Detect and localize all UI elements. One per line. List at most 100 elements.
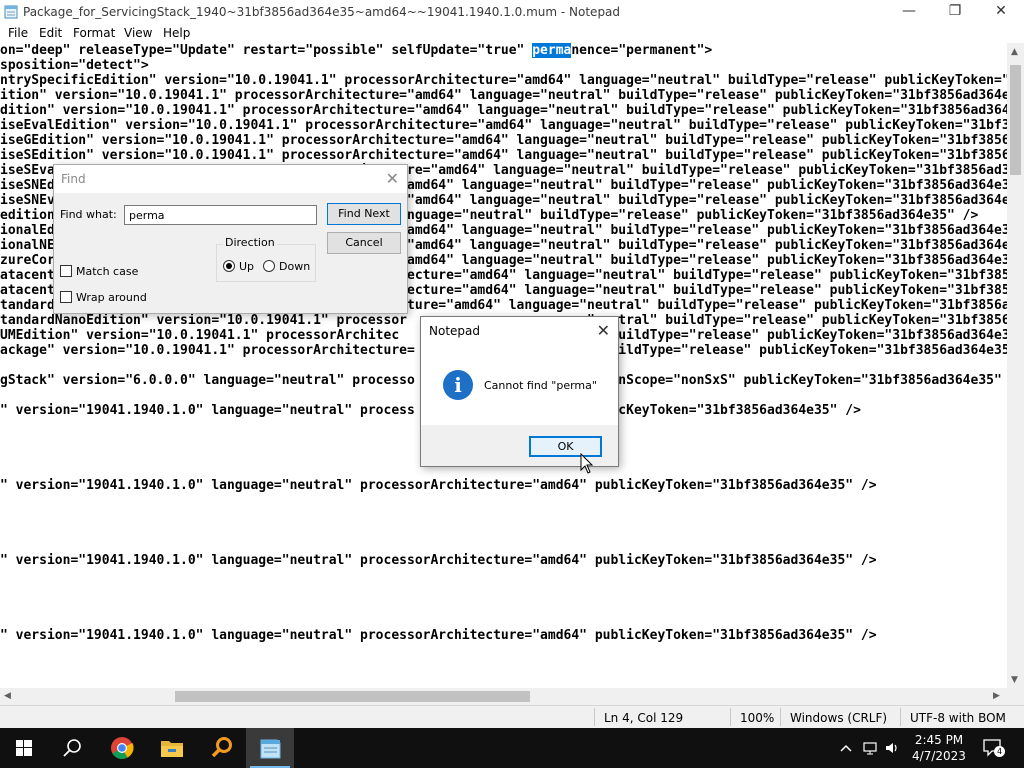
line-text: on="deep" releaseType="Update" restart="…: [0, 43, 533, 58]
folder-icon: [161, 741, 183, 757]
message-box-title: Notepad: [429, 324, 480, 338]
taskbar: 2:45 PM 4/7/2023 4: [0, 728, 1024, 768]
message-text: Cannot find "perma": [484, 379, 597, 392]
mouse-cursor-icon: [580, 453, 594, 474]
menu-edit[interactable]: Edit: [39, 26, 62, 40]
message-box: Notepad ✕ i Cannot find "perma" OK: [420, 316, 619, 467]
search-button[interactable]: [48, 728, 96, 768]
minimize-button[interactable]: —: [886, 0, 932, 24]
system-clock[interactable]: 2:45 PM 4/7/2023: [904, 732, 974, 764]
find-dialog-titlebar[interactable]: Find ✕: [54, 165, 407, 193]
window-title: Package_for_ServicingStack_1940~31bf3856…: [23, 5, 621, 19]
menu-file[interactable]: File: [8, 26, 28, 40]
line-text: dition" version="10.0.19041.1" processor…: [0, 103, 1007, 118]
line-text: ition" version="10.0.19041.1" processorA…: [0, 88, 1007, 103]
line-text: iseGEdition" version="10.0.19041.1" proc…: [0, 133, 1007, 148]
scrollbar-corner: [1007, 688, 1024, 705]
notification-badge: 4: [994, 746, 1005, 757]
direction-group: Direction Up Down: [216, 236, 316, 282]
line-text: nence="permanent">: [571, 43, 713, 58]
taskbar-search-tool[interactable]: [198, 728, 246, 768]
line-text: iseSEdition" version="10.0.19041.1" proc…: [0, 148, 1007, 163]
cancel-button[interactable]: Cancel: [327, 232, 401, 254]
horizontal-scrollbar[interactable]: ◀ ▶: [0, 688, 1007, 705]
cursor-position: Ln 4, Col 129: [604, 711, 684, 725]
encoding: UTF-8 with BOM: [910, 711, 1006, 725]
line-text: " version="19041.1940.1.0" language="neu…: [0, 478, 877, 493]
find-next-button[interactable]: Find Next: [327, 203, 401, 225]
taskbar-chrome[interactable]: [98, 728, 146, 768]
direction-up-label: Up: [239, 260, 255, 273]
find-what-label: Find what:: [60, 208, 117, 221]
clock-date: 4/7/2023: [912, 749, 966, 763]
maximize-button[interactable]: ❐: [932, 0, 978, 24]
find-dialog: Find ✕ Find what: Find Next Cancel Direc…: [53, 164, 408, 314]
notification-center[interactable]: 4: [982, 738, 1005, 758]
match-case-label: Match case: [76, 265, 139, 278]
scroll-right-icon[interactable]: ▶: [993, 691, 1000, 701]
editor-line: " version="19041.1940.1.0" language="neu…: [0, 628, 877, 643]
start-button[interactable]: [0, 728, 48, 768]
windows-icon: [16, 740, 32, 756]
zoom-level: 100%: [740, 711, 775, 725]
find-what-input[interactable]: [124, 205, 317, 225]
editor-line: iseSEdition" version="10.0.19041.1" proc…: [0, 148, 1007, 163]
status-separator: [780, 708, 781, 726]
menu-bar: File Edit Format View Help: [0, 24, 1024, 43]
line-ending: Windows (CRLF): [790, 711, 888, 725]
line-text: " version="19041.1940.1.0" language="neu…: [0, 553, 877, 568]
notepad-icon: [4, 5, 18, 19]
vertical-scroll-thumb[interactable]: [1010, 65, 1021, 175]
menu-view[interactable]: View: [124, 26, 152, 40]
editor-line: ition" version="10.0.19041.1" processorA…: [0, 88, 1007, 103]
editor-line: ntrySpecificEdition" version="10.0.19041…: [0, 73, 1007, 88]
match-case-checkbox[interactable]: [60, 265, 72, 277]
info-icon: i: [443, 370, 473, 400]
status-separator: [594, 708, 595, 726]
radio-selected-dot: [226, 263, 232, 269]
status-bar: Ln 4, Col 129 100% Windows (CRLF) UTF-8 …: [0, 705, 1024, 728]
direction-label: Direction: [223, 236, 277, 249]
menu-help[interactable]: Help: [163, 26, 190, 40]
line-text: sposition="detect">: [0, 58, 149, 73]
clock-time: 2:45 PM: [914, 733, 964, 747]
line-text: iseEvalEdition" version="10.0.19041.1" p…: [0, 118, 1007, 133]
editor-line: " version="19041.1940.1.0" language="neu…: [0, 553, 877, 568]
status-separator: [730, 708, 731, 726]
menu-format[interactable]: Format: [73, 26, 115, 40]
search-icon: [63, 739, 81, 757]
scroll-up-icon[interactable]: ▲: [1011, 47, 1018, 57]
direction-down-label: Down: [279, 260, 311, 273]
taskbar-notepad[interactable]: [246, 728, 294, 768]
magnifier-app-icon: [211, 737, 232, 758]
scroll-down-icon[interactable]: ▼: [1011, 675, 1018, 685]
scroll-left-icon[interactable]: ◀: [4, 691, 11, 701]
editor-line: dition" version="10.0.19041.1" processor…: [0, 103, 1007, 118]
editor-line: iseGEdition" version="10.0.19041.1" proc…: [0, 133, 1007, 148]
chrome-icon: [111, 737, 134, 759]
editor-line: iseEvalEdition" version="10.0.19041.1" p…: [0, 118, 1007, 133]
notepad-taskbar-icon: [260, 739, 281, 759]
taskbar-file-explorer[interactable]: [148, 728, 196, 768]
wrap-around-checkbox[interactable]: [60, 291, 72, 303]
find-close-icon[interactable]: ✕: [386, 169, 399, 188]
editor-line: sposition="detect">: [0, 58, 149, 73]
volume-icon[interactable]: [884, 740, 900, 756]
network-icon[interactable]: [862, 740, 878, 756]
direction-up-radio[interactable]: [223, 260, 235, 272]
horizontal-scroll-thumb[interactable]: [175, 691, 530, 702]
chevron-up-icon[interactable]: [838, 740, 854, 756]
message-close-icon[interactable]: ✕: [597, 321, 610, 340]
status-separator: [900, 708, 901, 726]
wrap-around-label: Wrap around: [76, 291, 147, 304]
vertical-scrollbar[interactable]: ▲ ▼: [1007, 43, 1024, 688]
direction-down-radio[interactable]: [263, 260, 275, 272]
selected-text: perma: [532, 43, 572, 58]
line-text: " version="19041.1940.1.0" language="neu…: [0, 628, 877, 643]
find-dialog-title: Find: [61, 172, 86, 186]
title-bar: Package_for_ServicingStack_1940~31bf3856…: [0, 0, 1024, 24]
editor-line: on="deep" releaseType="Update" restart="…: [0, 43, 712, 58]
line-text: ntrySpecificEdition" version="10.0.19041…: [0, 73, 1007, 88]
editor-line: " version="19041.1940.1.0" language="neu…: [0, 478, 877, 493]
close-button[interactable]: ✕: [978, 0, 1024, 24]
